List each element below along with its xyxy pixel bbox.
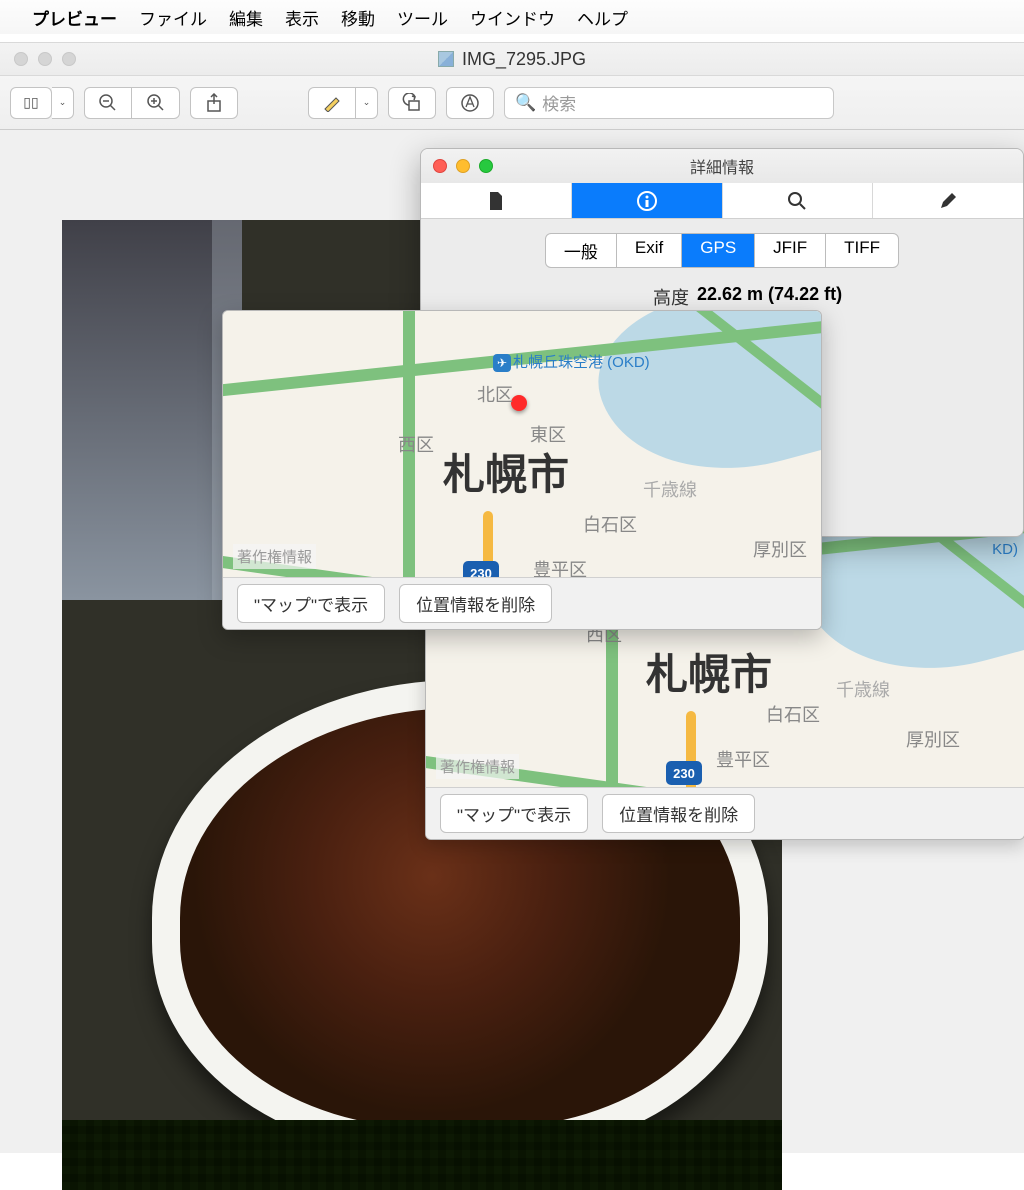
airport-label: ✈札幌丘珠空港 (OKD)	[493, 351, 650, 372]
highlight-dropdown[interactable]: ⌄	[356, 87, 378, 119]
remove-location-button[interactable]: 位置情報を削除	[602, 794, 755, 833]
window-title: IMG_7295.JPG	[462, 49, 586, 70]
show-in-maps-button[interactable]: "マップ"で表示	[440, 794, 588, 833]
map-city-label: 札幌市	[646, 641, 772, 702]
zoom-out-button[interactable]	[84, 87, 132, 119]
show-in-maps-button[interactable]: "マップ"で表示	[237, 584, 385, 623]
menu-view[interactable]: 表示	[285, 5, 319, 30]
inspector-top-tabs	[421, 183, 1023, 219]
map-copyright: 著作権情報	[436, 754, 519, 779]
menubar: プレビュー ファイル 編集 表示 移動 ツール ウインドウ ヘルプ	[0, 0, 1024, 34]
tab-general[interactable]: 一般	[546, 234, 617, 267]
menu-tools[interactable]: ツール	[397, 5, 448, 30]
zoom-in-button[interactable]	[132, 87, 180, 119]
map-city-label: 札幌市	[443, 441, 569, 502]
search-icon: 🔍	[515, 93, 536, 113]
search-field[interactable]: 🔍 検索	[504, 87, 834, 119]
highlight-button[interactable]	[308, 87, 356, 119]
menu-edit[interactable]: 編集	[229, 5, 263, 30]
toolbar: ▯▯⌄ ⌄ 🔍 検索	[0, 76, 1024, 130]
map-pin-icon	[511, 395, 527, 411]
inspector-title: 詳細情報	[690, 154, 754, 178]
sidebar-dropdown[interactable]: ⌄	[52, 87, 74, 119]
tab-info-icon[interactable]	[572, 183, 723, 218]
menu-file[interactable]: ファイル	[139, 5, 207, 30]
window-titlebar: IMG_7295.JPG	[0, 42, 1024, 76]
inspector-titlebar[interactable]: 詳細情報	[421, 149, 1023, 183]
tab-jfif[interactable]: JFIF	[755, 234, 826, 267]
route-shield-icon: 230	[666, 761, 702, 785]
share-button[interactable]	[190, 87, 238, 119]
map-copyright: 著作権情報	[233, 544, 316, 569]
app-menu[interactable]: プレビュー	[32, 5, 117, 30]
markup-button[interactable]	[446, 87, 494, 119]
sidebar-toggle-button[interactable]: ▯▯	[10, 87, 52, 119]
search-placeholder: 検索	[542, 90, 576, 115]
menu-window[interactable]: ウインドウ	[470, 5, 555, 30]
tab-edit-icon[interactable]	[873, 183, 1023, 218]
inspector-sub-tabs: 一般 Exif GPS JFIF TIFF	[421, 219, 1023, 278]
file-icon	[438, 51, 454, 67]
rotate-button[interactable]	[388, 87, 436, 119]
tab-tiff[interactable]: TIFF	[826, 234, 898, 267]
tab-search-icon[interactable]	[723, 183, 874, 218]
tab-general-icon[interactable]	[421, 183, 572, 218]
tab-gps[interactable]: GPS	[682, 234, 755, 267]
tab-exif[interactable]: Exif	[617, 234, 682, 267]
altitude-label: 高度	[439, 284, 689, 310]
airplane-icon: ✈	[493, 354, 511, 372]
altitude-value: 22.62 m (74.22 ft)	[697, 284, 842, 310]
traffic-lights[interactable]	[14, 52, 76, 66]
menu-go[interactable]: 移動	[341, 5, 375, 30]
inspector-traffic-lights[interactable]	[433, 159, 493, 173]
menu-help[interactable]: ヘルプ	[577, 5, 628, 30]
map-popover-front: ✈札幌丘珠空港 (OKD) 札幌市 北区 東区 西区 白石区 豊平区 厚別区 千…	[222, 310, 822, 630]
remove-location-button[interactable]: 位置情報を削除	[399, 584, 552, 623]
